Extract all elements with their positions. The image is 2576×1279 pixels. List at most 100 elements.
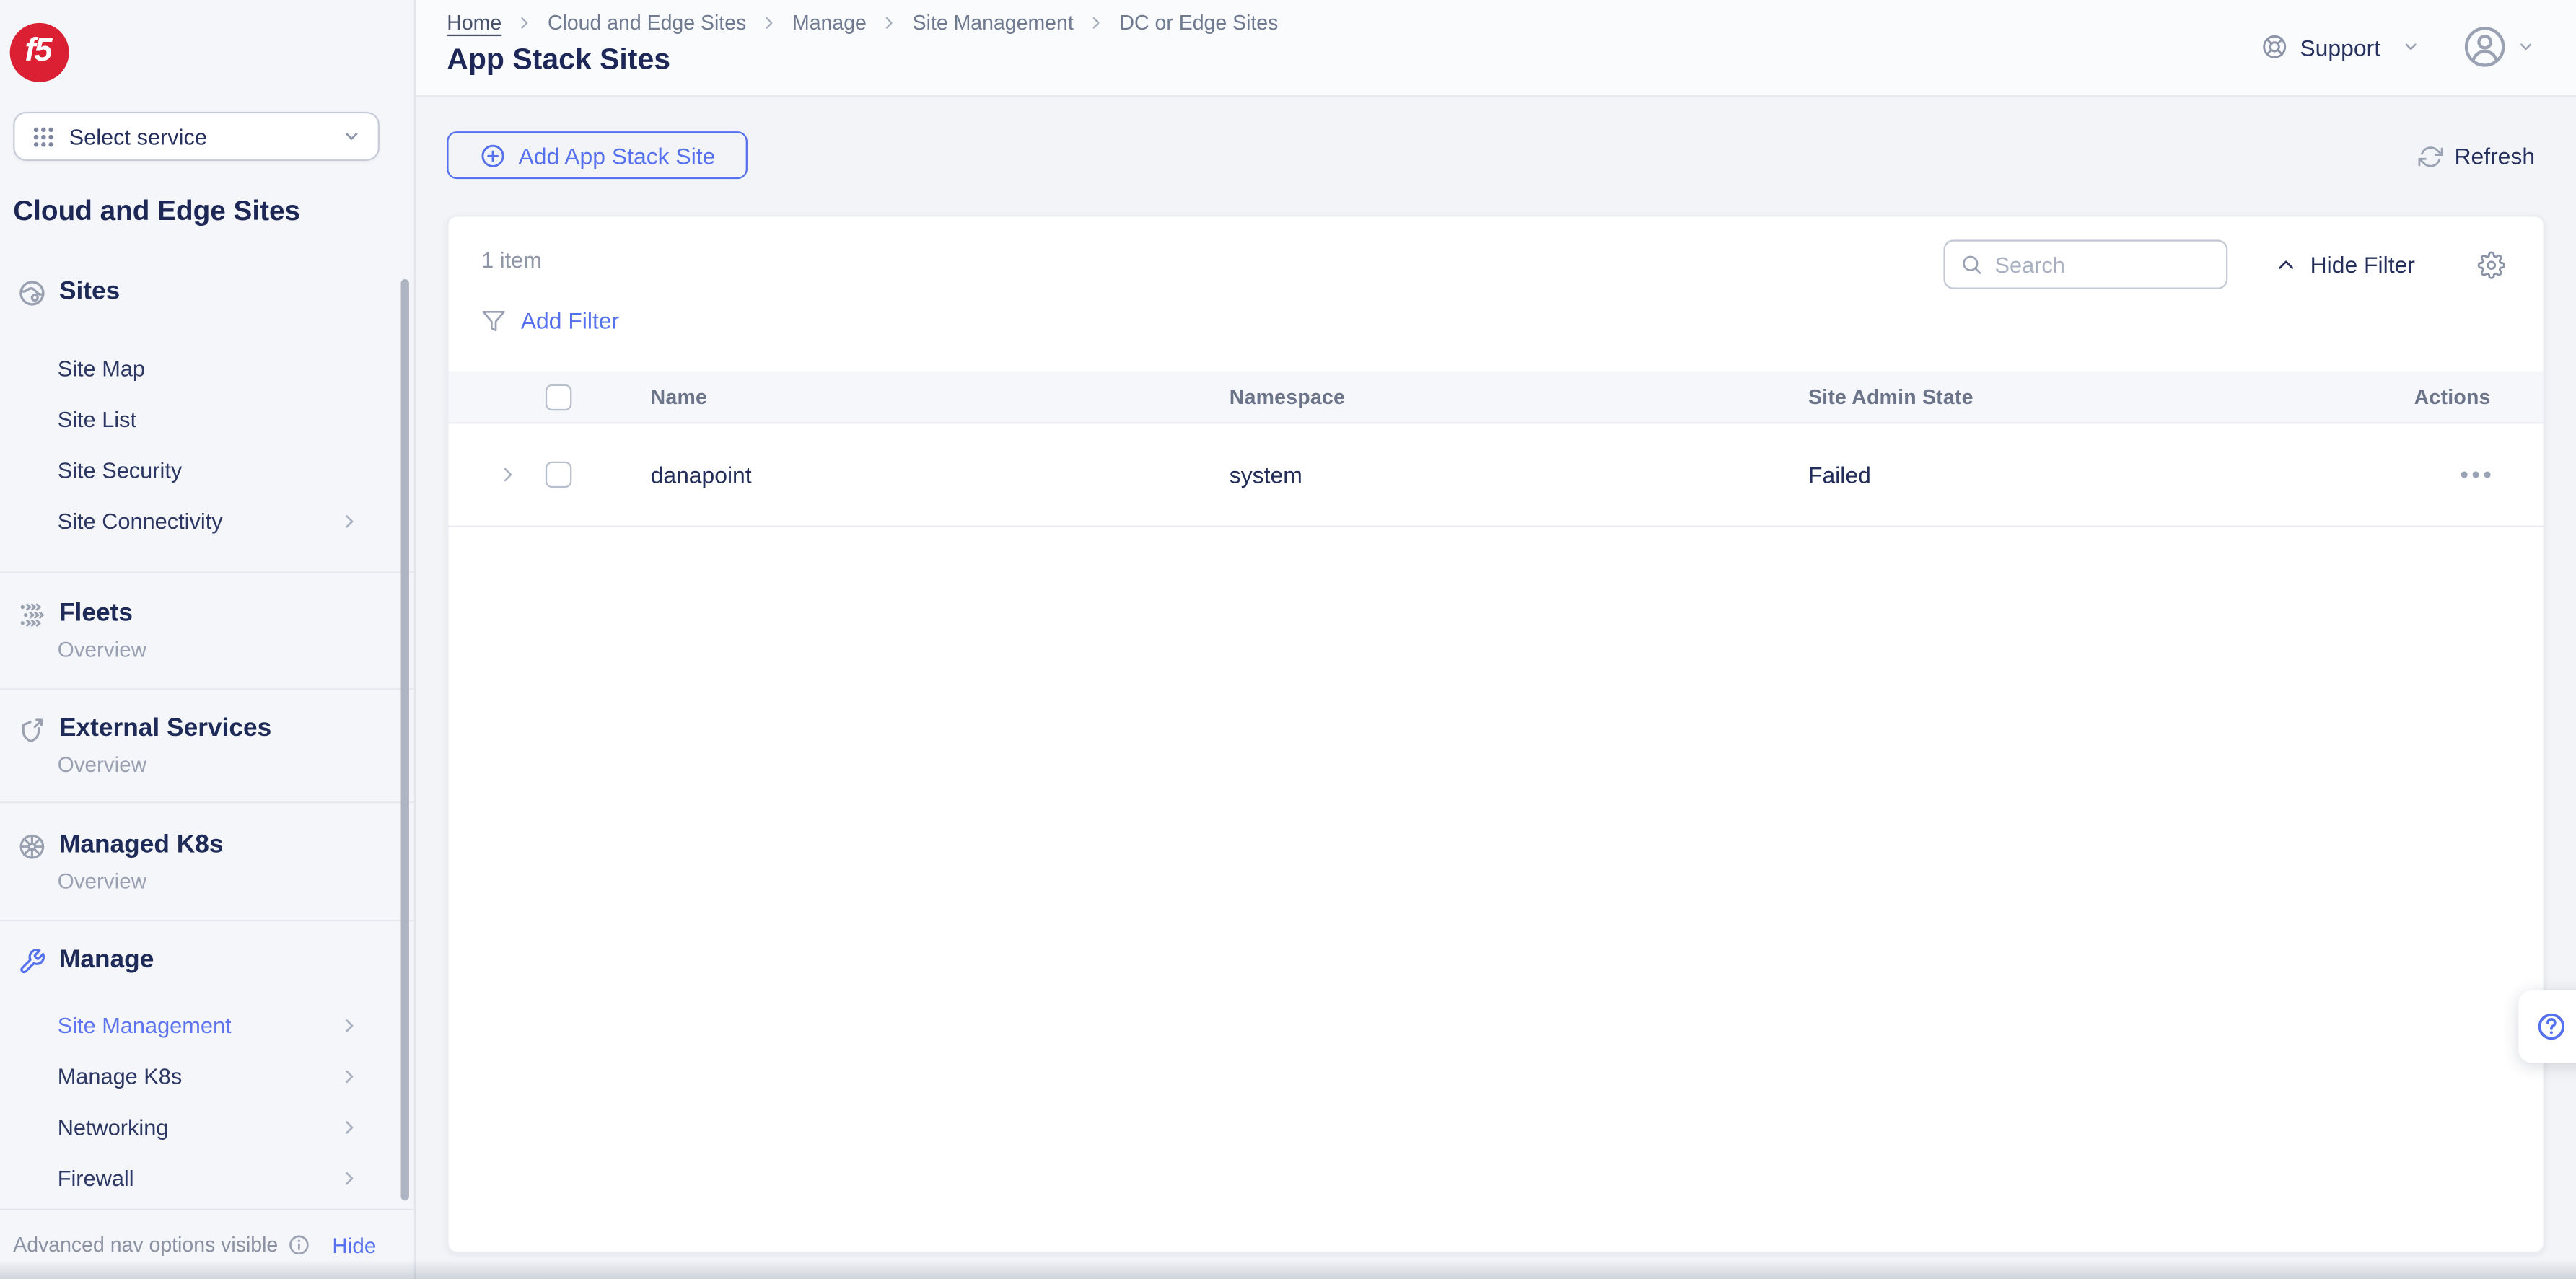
sidebar-item-site-map[interactable]: Site Map (0, 350, 401, 386)
service-selector-label: Select service (69, 124, 329, 149)
cell-namespace: system (1230, 462, 1808, 488)
account-menu[interactable] (2463, 25, 2535, 69)
chevron-right-icon (340, 1067, 358, 1085)
sidebar-section-fleets[interactable]: Fleets (0, 596, 401, 632)
cell-site-admin-state: Failed (1808, 462, 2387, 488)
advanced-nav-label: Advanced nav options visible (13, 1234, 278, 1257)
row-actions-menu[interactable] (2387, 471, 2510, 478)
column-header-actions: Actions (2387, 385, 2510, 408)
funnel-icon (481, 308, 506, 333)
sidebar-footer: Advanced nav options visible Hide (0, 1209, 414, 1279)
sidebar-section-sites[interactable]: Sites (0, 274, 401, 310)
breadcrumb-item[interactable]: Site Management (913, 12, 1074, 35)
divider (0, 920, 414, 921)
shield-arrow-icon (18, 716, 46, 744)
hide-filter-label: Hide Filter (2310, 251, 2415, 277)
sidebar-section-external-services[interactable]: External Services (0, 711, 401, 747)
sidebar-section-manage[interactable]: Manage (0, 943, 401, 979)
page-title: App Stack Sites (447, 43, 670, 77)
chevron-down-icon (2402, 38, 2420, 56)
support-menu[interactable]: Support (2261, 33, 2420, 61)
sidebar-title: Cloud and Edge Sites (13, 195, 300, 229)
avatar-icon (2463, 25, 2507, 69)
breadcrumb-item[interactable]: Manage (792, 12, 867, 35)
sidebar-item-manage-k8s[interactable]: Manage K8s (0, 1058, 401, 1094)
plus-circle-icon (479, 142, 505, 168)
sidebar-item-fleets-overview[interactable]: Overview (0, 630, 401, 667)
divider (0, 801, 414, 803)
section-label: Managed K8s (59, 831, 224, 861)
search-input[interactable] (1994, 252, 2212, 276)
service-selector[interactable]: Select service (13, 112, 380, 161)
f5-logo-icon[interactable]: f5 (10, 23, 69, 82)
help-button[interactable] (2518, 990, 2576, 1063)
refresh-label: Refresh (2454, 143, 2535, 169)
chevron-right-icon (340, 511, 358, 529)
table-card: 1 item Hide Filter (447, 215, 2544, 1253)
chevron-down-icon (342, 126, 362, 146)
top-bar: Home Cloud and Edge Sites Manage Site Ma… (416, 0, 2576, 97)
add-app-stack-site-button[interactable]: Add App Stack Site (447, 131, 748, 179)
main-content: Add App Stack Site Refresh 1 item (416, 97, 2576, 1279)
header-actions: Support (2261, 25, 2535, 69)
sidebar-item-external-services-overview[interactable]: Overview (0, 746, 401, 782)
support-label: Support (2300, 34, 2380, 60)
divider (0, 571, 414, 573)
chevron-up-icon (2276, 254, 2297, 276)
sidebar: f5 Select service Cloud and Edge Sites S… (0, 0, 416, 1279)
refresh-button[interactable]: Refresh (2418, 143, 2535, 169)
info-icon[interactable] (288, 1234, 311, 1257)
app-window: f5 Select service Cloud and Edge Sites S… (0, 0, 2576, 1279)
hide-advanced-nav-link[interactable]: Hide (332, 1233, 376, 1257)
item-count: 1 item (481, 248, 542, 273)
fleet-icon (18, 600, 46, 628)
row-expand-icon[interactable] (498, 465, 517, 484)
sidebar-item-managed-k8s-overview[interactable]: Overview (0, 862, 401, 898)
lifebuoy-icon (2261, 33, 2289, 61)
chevron-right-icon (340, 1169, 358, 1187)
chevron-right-icon (881, 14, 898, 31)
sidebar-scrollbar[interactable] (401, 279, 409, 1200)
search-icon (1961, 253, 1984, 276)
k8s-wheel-icon (18, 832, 46, 860)
add-button-label: Add App Stack Site (518, 142, 715, 168)
question-icon (2535, 1010, 2568, 1043)
table-tools: Hide Filter (1944, 239, 2505, 289)
cell-name[interactable]: danapoint (651, 462, 1230, 488)
chevron-right-icon (761, 14, 778, 31)
chevron-right-icon (340, 1117, 358, 1135)
sites-table: Name Namespace Site Admin State Actions … (449, 372, 2544, 527)
gear-icon[interactable] (2477, 250, 2505, 278)
section-label: External Services (59, 714, 271, 744)
column-header-site-admin-state[interactable]: Site Admin State (1808, 385, 2387, 408)
refresh-icon (2418, 144, 2443, 168)
table-row[interactable]: danapoint system Failed (449, 423, 2544, 527)
select-all-checkbox[interactable] (546, 384, 571, 410)
column-header-namespace[interactable]: Namespace (1230, 385, 1808, 408)
hide-filter-toggle[interactable]: Hide Filter (2276, 251, 2415, 277)
sidebar-item-site-management[interactable]: Site Management (0, 1007, 401, 1043)
sidebar-item-networking[interactable]: Networking (0, 1109, 401, 1145)
breadcrumb-current: DC or Edge Sites (1119, 12, 1278, 35)
add-filter[interactable]: Add Filter (481, 302, 619, 338)
table-header-row: Name Namespace Site Admin State Actions (449, 372, 2544, 424)
section-label: Sites (59, 278, 120, 307)
sidebar-item-site-list[interactable]: Site List (0, 401, 401, 437)
breadcrumb-home[interactable]: Home (447, 12, 501, 35)
chevron-down-icon (2517, 38, 2535, 56)
section-label: Manage (59, 946, 154, 975)
chevron-right-icon (517, 14, 533, 31)
chevron-right-icon (1088, 14, 1105, 31)
sidebar-section-managed-k8s[interactable]: Managed K8s (0, 828, 401, 864)
sidebar-item-site-connectivity[interactable]: Site Connectivity (0, 503, 401, 539)
row-checkbox[interactable] (546, 462, 571, 488)
column-header-name[interactable]: Name (651, 385, 1230, 408)
breadcrumb-item[interactable]: Cloud and Edge Sites (548, 12, 746, 35)
sidebar-item-firewall[interactable]: Firewall (0, 1159, 401, 1195)
globe-icon (18, 278, 46, 307)
add-filter-label: Add Filter (521, 307, 619, 333)
sidebar-item-site-security[interactable]: Site Security (0, 452, 401, 488)
wrench-icon (18, 947, 46, 975)
grid-icon (31, 124, 56, 149)
breadcrumb: Home Cloud and Edge Sites Manage Site Ma… (447, 12, 1278, 35)
